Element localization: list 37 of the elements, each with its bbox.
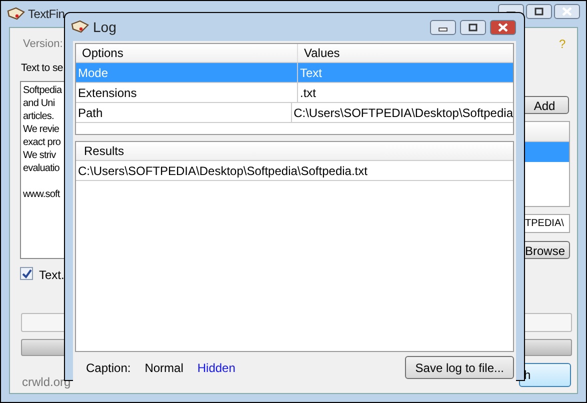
search-button[interactable]: h [519,363,571,387]
maximize-button[interactable] [526,4,552,19]
window-title: TextFin [28,6,65,23]
text-label: Text to se [21,61,63,76]
table-row[interactable]: Extensions .txt [76,83,513,103]
minimize-button[interactable] [430,20,456,34]
close-icon [561,7,573,16]
checkbox-label: Text. [39,267,64,284]
table-row[interactable]: Path C:\Users\SOFTPEDIA\Desktop\Softpedia [76,103,513,123]
text-line: exact pro [23,136,61,149]
text-line: Softpedia [23,84,62,97]
app-icon [71,20,89,34]
footer-link[interactable]: crwld.org [22,373,71,391]
text-area[interactable]: Softpedia and Uni articles. We revie exact pro We striv evaluatio www.soft [20,81,65,259]
window-title: Log [93,18,118,37]
maximize-icon [467,22,479,32]
caption-option[interactable]: Normal [144,358,184,376]
maximize-button[interactable] [460,20,486,34]
checkbox[interactable] [20,267,33,280]
maximize-icon [533,7,545,16]
save-log-button[interactable]: Save log to file... [405,356,514,379]
app-icon [7,7,25,21]
column-header[interactable]: Values [298,44,513,62]
text-line: www.soft [23,188,60,201]
column-header[interactable]: Options [76,44,298,62]
caption-label: Caption: [86,360,131,376]
text-line: evaluatio [23,162,60,175]
version-label: Version: [23,37,63,52]
text-line: We revie [23,123,60,136]
text-line: We striv [23,149,56,162]
close-button[interactable] [554,4,580,19]
table-cell[interactable]: C:\Users\SOFTPEDIA\Desktop\Softpedia\Softpedia.txt [76,161,513,181]
text-line: and Uni [23,97,55,110]
close-icon [497,22,509,32]
caption-option[interactable]: Hidden [197,358,236,376]
close-button[interactable] [490,20,516,34]
text-line: articles. [23,110,54,123]
